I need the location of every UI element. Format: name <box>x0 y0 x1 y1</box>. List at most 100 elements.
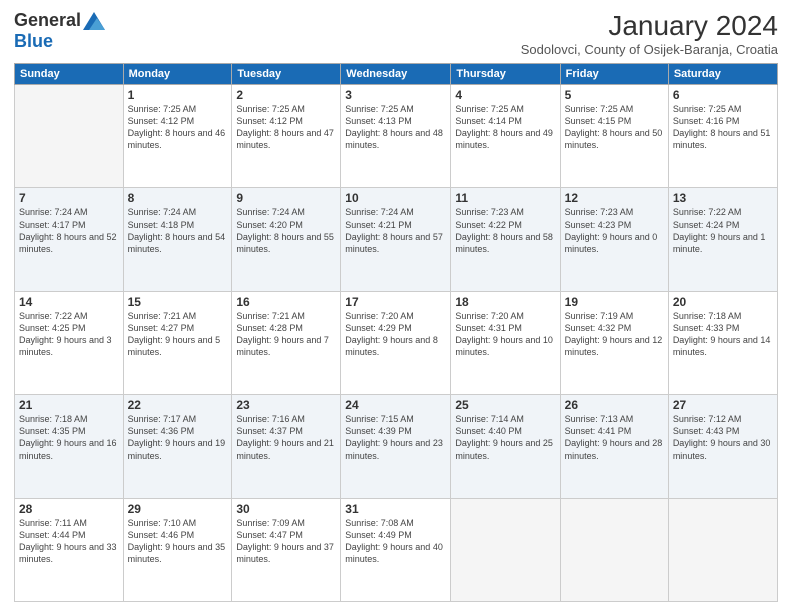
calendar-cell: 7Sunrise: 7:24 AMSunset: 4:17 PMDaylight… <box>15 188 124 291</box>
day-number: 30 <box>236 502 336 516</box>
col-monday: Monday <box>123 64 232 85</box>
calendar-cell <box>451 498 560 601</box>
day-info: Sunrise: 7:15 AMSunset: 4:39 PMDaylight:… <box>345 413 446 462</box>
calendar-cell: 28Sunrise: 7:11 AMSunset: 4:44 PMDayligh… <box>15 498 124 601</box>
logo-blue-text: Blue <box>14 31 53 52</box>
calendar-cell: 5Sunrise: 7:25 AMSunset: 4:15 PMDaylight… <box>560 85 668 188</box>
day-number: 12 <box>565 191 664 205</box>
day-info: Sunrise: 7:18 AMSunset: 4:35 PMDaylight:… <box>19 413 119 462</box>
calendar-cell: 9Sunrise: 7:24 AMSunset: 4:20 PMDaylight… <box>232 188 341 291</box>
day-info: Sunrise: 7:24 AMSunset: 4:18 PMDaylight:… <box>128 206 228 255</box>
calendar-cell: 20Sunrise: 7:18 AMSunset: 4:33 PMDayligh… <box>668 291 777 394</box>
day-number: 23 <box>236 398 336 412</box>
calendar-cell: 23Sunrise: 7:16 AMSunset: 4:37 PMDayligh… <box>232 395 341 498</box>
calendar-cell: 25Sunrise: 7:14 AMSunset: 4:40 PMDayligh… <box>451 395 560 498</box>
calendar-cell: 10Sunrise: 7:24 AMSunset: 4:21 PMDayligh… <box>341 188 451 291</box>
calendar-cell: 6Sunrise: 7:25 AMSunset: 4:16 PMDaylight… <box>668 85 777 188</box>
day-info: Sunrise: 7:11 AMSunset: 4:44 PMDaylight:… <box>19 517 119 566</box>
calendar-cell: 3Sunrise: 7:25 AMSunset: 4:13 PMDaylight… <box>341 85 451 188</box>
day-number: 8 <box>128 191 228 205</box>
day-number: 5 <box>565 88 664 102</box>
calendar-cell: 19Sunrise: 7:19 AMSunset: 4:32 PMDayligh… <box>560 291 668 394</box>
day-info: Sunrise: 7:25 AMSunset: 4:16 PMDaylight:… <box>673 103 773 152</box>
header-row: Sunday Monday Tuesday Wednesday Thursday… <box>15 64 778 85</box>
calendar-week-3: 14Sunrise: 7:22 AMSunset: 4:25 PMDayligh… <box>15 291 778 394</box>
day-number: 20 <box>673 295 773 309</box>
col-saturday: Saturday <box>668 64 777 85</box>
month-title: January 2024 <box>521 10 778 42</box>
day-info: Sunrise: 7:23 AMSunset: 4:23 PMDaylight:… <box>565 206 664 255</box>
calendar-cell: 18Sunrise: 7:20 AMSunset: 4:31 PMDayligh… <box>451 291 560 394</box>
day-info: Sunrise: 7:12 AMSunset: 4:43 PMDaylight:… <box>673 413 773 462</box>
day-info: Sunrise: 7:20 AMSunset: 4:29 PMDaylight:… <box>345 310 446 359</box>
day-number: 25 <box>455 398 555 412</box>
calendar-cell: 12Sunrise: 7:23 AMSunset: 4:23 PMDayligh… <box>560 188 668 291</box>
day-number: 28 <box>19 502 119 516</box>
day-info: Sunrise: 7:24 AMSunset: 4:17 PMDaylight:… <box>19 206 119 255</box>
day-info: Sunrise: 7:25 AMSunset: 4:13 PMDaylight:… <box>345 103 446 152</box>
calendar-cell: 8Sunrise: 7:24 AMSunset: 4:18 PMDaylight… <box>123 188 232 291</box>
calendar-cell: 30Sunrise: 7:09 AMSunset: 4:47 PMDayligh… <box>232 498 341 601</box>
day-info: Sunrise: 7:24 AMSunset: 4:20 PMDaylight:… <box>236 206 336 255</box>
calendar-cell: 31Sunrise: 7:08 AMSunset: 4:49 PMDayligh… <box>341 498 451 601</box>
calendar-cell: 24Sunrise: 7:15 AMSunset: 4:39 PMDayligh… <box>341 395 451 498</box>
day-number: 15 <box>128 295 228 309</box>
day-info: Sunrise: 7:20 AMSunset: 4:31 PMDaylight:… <box>455 310 555 359</box>
calendar-cell: 2Sunrise: 7:25 AMSunset: 4:12 PMDaylight… <box>232 85 341 188</box>
day-number: 13 <box>673 191 773 205</box>
day-number: 7 <box>19 191 119 205</box>
calendar-cell: 11Sunrise: 7:23 AMSunset: 4:22 PMDayligh… <box>451 188 560 291</box>
day-info: Sunrise: 7:16 AMSunset: 4:37 PMDaylight:… <box>236 413 336 462</box>
day-info: Sunrise: 7:13 AMSunset: 4:41 PMDaylight:… <box>565 413 664 462</box>
calendar-week-5: 28Sunrise: 7:11 AMSunset: 4:44 PMDayligh… <box>15 498 778 601</box>
calendar-cell: 4Sunrise: 7:25 AMSunset: 4:14 PMDaylight… <box>451 85 560 188</box>
calendar-cell: 17Sunrise: 7:20 AMSunset: 4:29 PMDayligh… <box>341 291 451 394</box>
col-friday: Friday <box>560 64 668 85</box>
col-wednesday: Wednesday <box>341 64 451 85</box>
day-number: 14 <box>19 295 119 309</box>
day-number: 19 <box>565 295 664 309</box>
calendar-cell: 26Sunrise: 7:13 AMSunset: 4:41 PMDayligh… <box>560 395 668 498</box>
day-number: 11 <box>455 191 555 205</box>
day-number: 18 <box>455 295 555 309</box>
day-number: 29 <box>128 502 228 516</box>
logo-general-text: General <box>14 10 81 31</box>
logo: General Blue <box>14 10 105 52</box>
calendar-cell: 16Sunrise: 7:21 AMSunset: 4:28 PMDayligh… <box>232 291 341 394</box>
calendar-cell: 22Sunrise: 7:17 AMSunset: 4:36 PMDayligh… <box>123 395 232 498</box>
title-block: January 2024 Sodolovci, County of Osijek… <box>521 10 778 57</box>
day-info: Sunrise: 7:10 AMSunset: 4:46 PMDaylight:… <box>128 517 228 566</box>
col-tuesday: Tuesday <box>232 64 341 85</box>
day-info: Sunrise: 7:22 AMSunset: 4:24 PMDaylight:… <box>673 206 773 255</box>
calendar-week-1: 1Sunrise: 7:25 AMSunset: 4:12 PMDaylight… <box>15 85 778 188</box>
day-info: Sunrise: 7:21 AMSunset: 4:27 PMDaylight:… <box>128 310 228 359</box>
day-number: 17 <box>345 295 446 309</box>
day-info: Sunrise: 7:22 AMSunset: 4:25 PMDaylight:… <box>19 310 119 359</box>
day-number: 22 <box>128 398 228 412</box>
day-info: Sunrise: 7:23 AMSunset: 4:22 PMDaylight:… <box>455 206 555 255</box>
calendar-cell: 27Sunrise: 7:12 AMSunset: 4:43 PMDayligh… <box>668 395 777 498</box>
day-info: Sunrise: 7:19 AMSunset: 4:32 PMDaylight:… <box>565 310 664 359</box>
day-number: 10 <box>345 191 446 205</box>
day-number: 24 <box>345 398 446 412</box>
calendar-cell <box>560 498 668 601</box>
col-thursday: Thursday <box>451 64 560 85</box>
calendar-cell: 29Sunrise: 7:10 AMSunset: 4:46 PMDayligh… <box>123 498 232 601</box>
day-number: 6 <box>673 88 773 102</box>
calendar-cell: 21Sunrise: 7:18 AMSunset: 4:35 PMDayligh… <box>15 395 124 498</box>
day-info: Sunrise: 7:25 AMSunset: 4:12 PMDaylight:… <box>128 103 228 152</box>
day-info: Sunrise: 7:09 AMSunset: 4:47 PMDaylight:… <box>236 517 336 566</box>
day-info: Sunrise: 7:08 AMSunset: 4:49 PMDaylight:… <box>345 517 446 566</box>
day-number: 27 <box>673 398 773 412</box>
calendar-cell: 13Sunrise: 7:22 AMSunset: 4:24 PMDayligh… <box>668 188 777 291</box>
col-sunday: Sunday <box>15 64 124 85</box>
day-number: 9 <box>236 191 336 205</box>
day-number: 2 <box>236 88 336 102</box>
header: General Blue January 2024 Sodolovci, Cou… <box>14 10 778 57</box>
day-info: Sunrise: 7:14 AMSunset: 4:40 PMDaylight:… <box>455 413 555 462</box>
calendar-table: Sunday Monday Tuesday Wednesday Thursday… <box>14 63 778 602</box>
day-number: 31 <box>345 502 446 516</box>
day-info: Sunrise: 7:17 AMSunset: 4:36 PMDaylight:… <box>128 413 228 462</box>
day-number: 21 <box>19 398 119 412</box>
calendar-week-2: 7Sunrise: 7:24 AMSunset: 4:17 PMDaylight… <box>15 188 778 291</box>
